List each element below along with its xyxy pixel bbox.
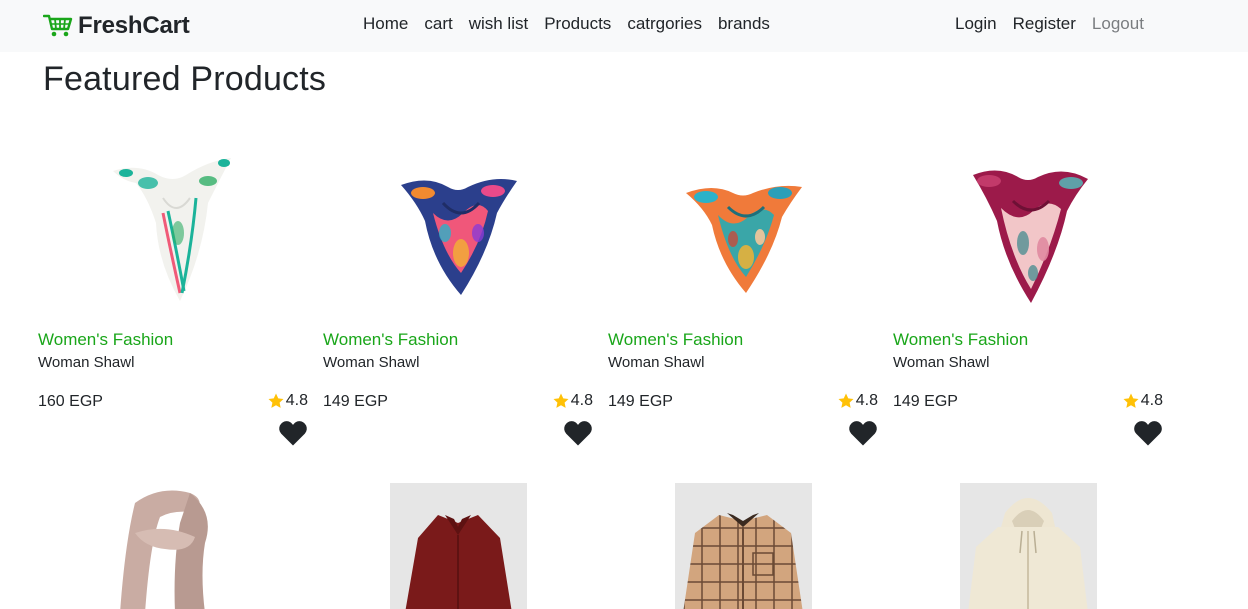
nav-register[interactable]: Register xyxy=(1013,14,1076,34)
product-rating: 4.8 xyxy=(837,392,878,410)
star-icon xyxy=(838,393,854,408)
product-image[interactable] xyxy=(608,140,878,315)
nav-logout[interactable]: Logout xyxy=(1092,14,1144,34)
product-card[interactable] xyxy=(38,483,308,609)
product-image[interactable] xyxy=(608,483,878,609)
product-image[interactable] xyxy=(38,483,308,609)
star-icon xyxy=(1123,393,1139,408)
product-title[interactable]: Woman Shawl xyxy=(38,354,134,371)
nav-home[interactable]: Home xyxy=(363,14,408,34)
product-price: 160 EGP xyxy=(38,393,103,410)
star-icon xyxy=(268,393,284,408)
nav-categories[interactable]: catrgories xyxy=(627,14,702,34)
star-icon xyxy=(553,393,569,408)
product-rating: 4.8 xyxy=(267,392,308,410)
product-title[interactable]: Woman Shawl xyxy=(323,354,419,371)
main-nav: Home cart wish list Products catrgories … xyxy=(363,14,770,34)
product-category[interactable]: Women's Fashion xyxy=(893,330,1028,350)
rating-value: 4.8 xyxy=(1140,392,1163,409)
nav-products[interactable]: Products xyxy=(544,14,611,34)
rating-value: 4.8 xyxy=(855,392,878,409)
product-category[interactable]: Women's Fashion xyxy=(323,330,458,350)
scarf-image xyxy=(113,157,231,301)
rating-value: 4.8 xyxy=(570,392,593,409)
product-image[interactable] xyxy=(893,140,1163,315)
product-rating: 4.8 xyxy=(1122,392,1163,410)
brand-logo[interactable]: FreshCart xyxy=(43,11,190,41)
nav-brands[interactable]: brands xyxy=(718,14,770,34)
product-image[interactable] xyxy=(323,483,593,609)
heart-icon[interactable] xyxy=(1133,419,1163,447)
auth-nav: Login Register Logout xyxy=(955,14,1144,34)
scarf-image xyxy=(973,169,1088,303)
nav-cart[interactable]: cart xyxy=(424,14,452,34)
product-price: 149 EGP xyxy=(893,393,958,410)
burgundy-shirt-image xyxy=(389,483,527,609)
nav-login[interactable]: Login xyxy=(955,14,997,34)
product-price: 149 EGP xyxy=(608,393,673,410)
product-rating: 4.8 xyxy=(552,392,593,410)
cream-hoodie-image xyxy=(959,483,1097,609)
page-title: Featured Products xyxy=(43,60,327,98)
product-category[interactable]: Women's Fashion xyxy=(608,330,743,350)
product-category[interactable]: Women's Fashion xyxy=(38,330,173,350)
plaid-shirt-image xyxy=(674,483,812,609)
navbar: FreshCart Home cart wish list Products c… xyxy=(0,0,1248,52)
product-title[interactable]: Woman Shawl xyxy=(608,354,704,371)
product-card[interactable] xyxy=(323,483,593,609)
nav-wish-list[interactable]: wish list xyxy=(469,14,529,34)
product-title[interactable]: Woman Shawl xyxy=(893,354,989,371)
product-image[interactable] xyxy=(323,140,593,315)
product-card[interactable] xyxy=(608,483,878,609)
heart-icon[interactable] xyxy=(848,419,878,447)
heart-icon[interactable] xyxy=(563,419,593,447)
beige-scarf-image xyxy=(119,490,208,609)
cart-icon xyxy=(43,14,73,37)
product-card[interactable] xyxy=(893,483,1163,609)
scarf-image xyxy=(401,178,517,295)
rating-value: 4.8 xyxy=(285,392,308,409)
product-image[interactable] xyxy=(38,140,308,315)
product-price: 149 EGP xyxy=(323,393,388,410)
brand-name: FreshCart xyxy=(78,12,190,39)
product-image[interactable] xyxy=(893,483,1163,609)
scarf-image xyxy=(686,185,802,293)
heart-icon[interactable] xyxy=(278,419,308,447)
